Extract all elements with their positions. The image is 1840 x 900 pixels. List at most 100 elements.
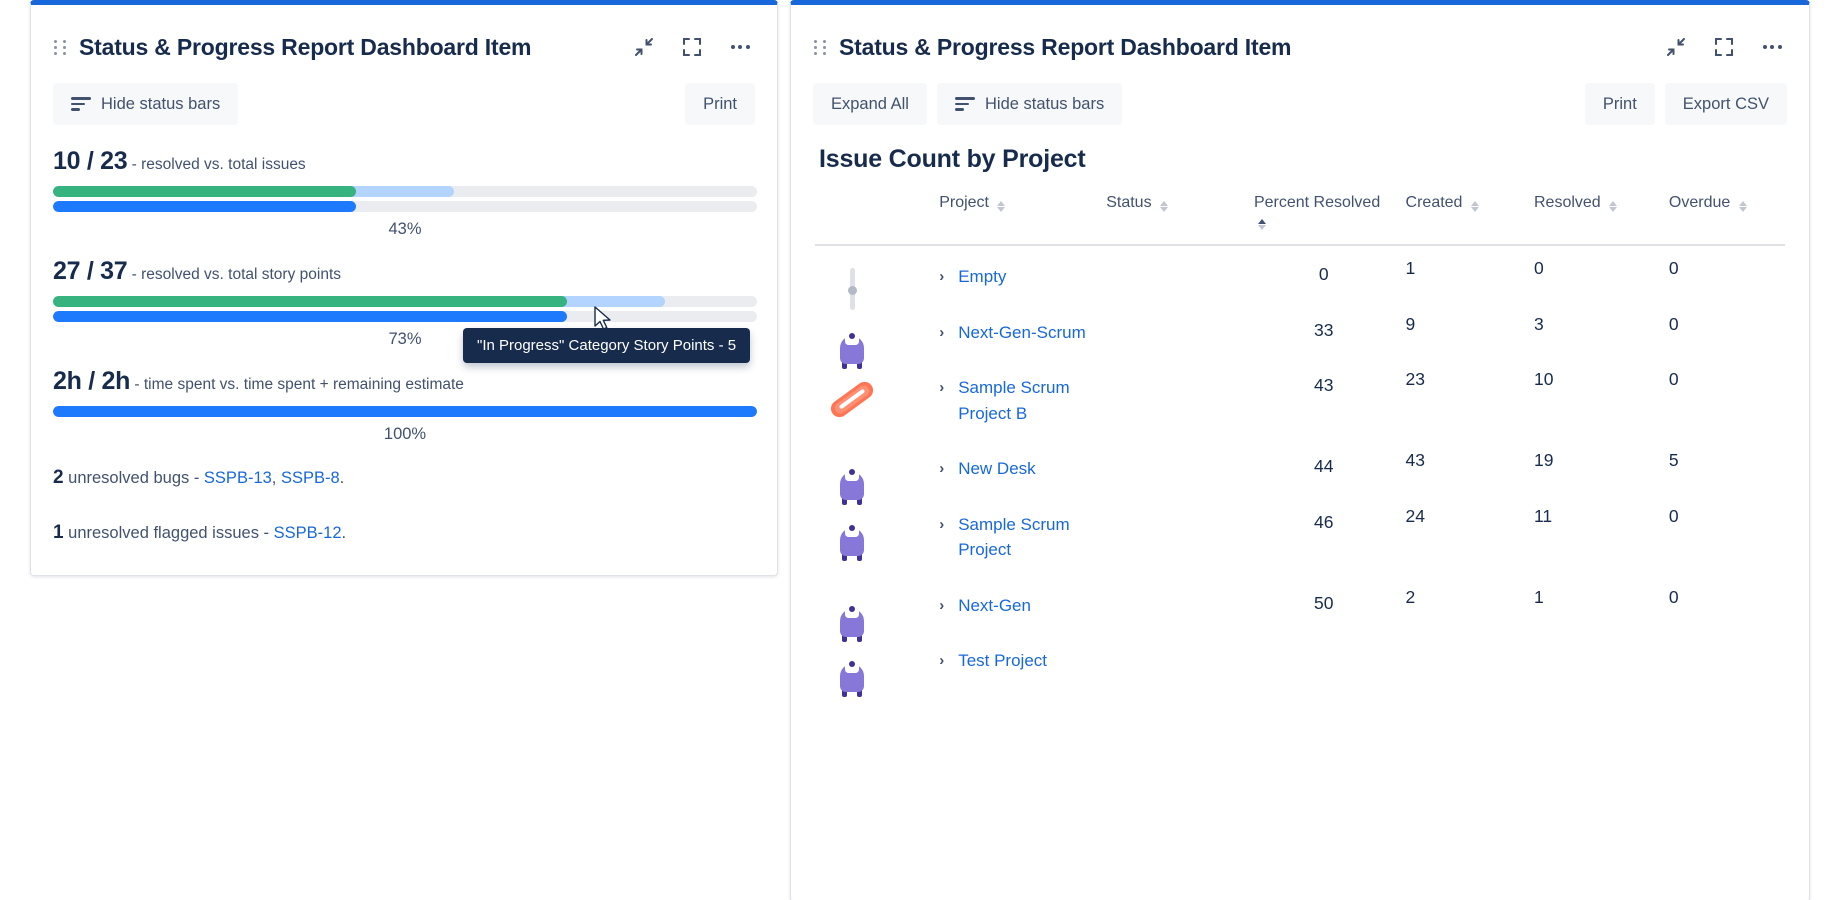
row-project-cell: › Sample Scrum Project B [933, 357, 1100, 438]
expand-row-chevron-icon[interactable]: › [939, 325, 949, 340]
table-row[interactable]: ›Sample Scrum Project B4323100 [815, 357, 1785, 438]
progress-bar-fill[interactable] [53, 406, 757, 417]
collapse-icon[interactable] [1661, 32, 1691, 62]
sort-icon-overdue[interactable] [1739, 201, 1747, 212]
metric-description: - resolved vs. total issues [132, 156, 306, 173]
expand-fullscreen-icon[interactable] [677, 32, 707, 62]
table-row[interactable]: ›Next-Gen-Scrum33930 [815, 302, 1785, 358]
table-row[interactable]: ›Sample Scrum Project4624110 [815, 494, 1785, 575]
toolbar-left: Hide status bars Print [31, 67, 777, 125]
table-row[interactable]: ›New Desk4443195 [815, 438, 1785, 494]
status-progress-card-right: Status & Progress Report Dashboard Item [790, 0, 1810, 900]
hide-status-bars-icon [955, 97, 975, 111]
unresolved-bugs-count: 2 [53, 467, 64, 488]
project-link[interactable]: Next-Gen-Scrum [958, 320, 1086, 346]
progress-bar-fill[interactable] [53, 311, 567, 322]
row-status-cell [1100, 302, 1248, 358]
hide-status-bars-label: Hide status bars [101, 95, 220, 114]
row-percent-cell: 46 [1248, 494, 1400, 575]
row-created-cell: 43 [1400, 438, 1528, 494]
sort-icon-status[interactable] [1160, 201, 1168, 212]
project-link[interactable]: Empty [958, 264, 1006, 290]
more-options-icon[interactable] [725, 32, 755, 62]
sort-icon-created[interactable] [1471, 201, 1479, 212]
metric-resolved-issues: 10 / 23 - resolved vs. total issues 43% [53, 147, 755, 239]
row-resolved-cell [1528, 630, 1663, 686]
row-created-cell: 24 [1400, 494, 1528, 575]
card-header-actions-left [629, 32, 755, 62]
expand-fullscreen-icon[interactable] [1709, 32, 1739, 62]
table-row[interactable]: › Test Project [815, 630, 1785, 686]
expand-row-chevron-icon[interactable]: › [939, 269, 949, 284]
row-created-cell: 2 [1400, 575, 1528, 631]
column-header-project[interactable]: Project [933, 188, 1100, 245]
sort-icon-project[interactable] [997, 201, 1005, 212]
percent-resolved-value: 44 [1254, 456, 1394, 477]
status-bar-track[interactable] [53, 186, 757, 197]
status-progress-card-left: Status & Progress Report Dashboard Item [30, 0, 778, 576]
drag-handle-icon[interactable] [813, 38, 827, 56]
row-status-cell [1100, 438, 1248, 494]
unresolved-flagged-line: 1 unresolved flagged issues - SSPB-12. [53, 521, 755, 546]
drag-handle-icon[interactable] [53, 38, 67, 56]
issue-count-table: Project Status Percent Resolved Cre [815, 188, 1785, 686]
percent-resolved-value: 33 [1254, 320, 1394, 341]
issue-link-sspb-8[interactable]: SSPB-8 [281, 469, 340, 487]
percent-resolved-value: 43 [1254, 375, 1394, 396]
expand-all-button[interactable]: Expand All [813, 83, 927, 125]
print-button[interactable]: Print [1585, 83, 1655, 125]
row-avatar-cell [815, 438, 933, 494]
card-header-right: Status & Progress Report Dashboard Item [791, 5, 1809, 67]
sort-icon-percent-resolved[interactable] [1258, 219, 1266, 230]
expand-row-chevron-icon[interactable]: › [939, 517, 949, 532]
status-bar-track[interactable] [53, 296, 757, 307]
row-project-cell: › New Desk [933, 438, 1100, 494]
metric-title: 10 / 23 - resolved vs. total issues [53, 147, 755, 176]
progress-bar-fill[interactable] [53, 201, 356, 212]
hide-status-bars-button[interactable]: Hide status bars [53, 83, 238, 125]
column-header-percent-resolved[interactable]: Percent Resolved [1248, 188, 1400, 245]
row-avatar-cell [815, 357, 933, 438]
table-row[interactable]: ›Next-Gen50210 [815, 575, 1785, 631]
expand-row-chevron-icon[interactable]: › [939, 598, 949, 613]
column-header-resolved[interactable]: Resolved [1528, 188, 1663, 245]
progress-bar-track[interactable] [53, 311, 757, 322]
row-status-cell [1100, 357, 1248, 438]
status-bar-done-segment[interactable] [53, 296, 567, 307]
row-created-cell: 1 [1400, 245, 1528, 302]
collapse-icon[interactable] [629, 32, 659, 62]
expand-row-chevron-icon[interactable]: › [939, 653, 949, 668]
metric-percent-label: 100% [53, 425, 757, 444]
export-csv-button[interactable]: Export CSV [1665, 83, 1787, 125]
project-link[interactable]: New Desk [958, 456, 1035, 482]
expand-row-chevron-icon[interactable]: › [939, 380, 949, 395]
page-title: Status & Progress Report Dashboard Item [839, 34, 1291, 61]
more-options-icon[interactable] [1757, 32, 1787, 62]
column-header-status[interactable]: Status [1100, 188, 1248, 245]
row-project-cell: › Next-Gen [933, 575, 1100, 631]
expand-row-chevron-icon[interactable]: › [939, 461, 949, 476]
issue-link-sspb-13[interactable]: SSPB-13 [204, 469, 272, 487]
project-link[interactable]: Next-Gen [958, 593, 1031, 619]
progress-bar-track[interactable] [53, 201, 757, 212]
project-link[interactable]: Sample Scrum Project [958, 512, 1094, 563]
row-avatar-cell [815, 575, 933, 631]
percent-resolved-value: 0 [1254, 264, 1394, 285]
table-header-row: Project Status Percent Resolved Cre [815, 188, 1785, 245]
print-button[interactable]: Print [685, 83, 755, 125]
dashboard-stage: Status & Progress Report Dashboard Item [0, 0, 1840, 900]
issue-link-sspb-12[interactable]: SSPB-12 [274, 524, 342, 542]
row-avatar-cell [815, 245, 933, 302]
status-bar-done-segment[interactable] [53, 186, 356, 197]
column-header-overdue[interactable]: Overdue [1663, 188, 1785, 245]
project-link[interactable]: Test Project [958, 648, 1047, 674]
project-link[interactable]: Sample Scrum Project B [958, 375, 1094, 426]
toolbar-right: Expand All Hide status bars Print Export… [791, 67, 1809, 125]
progress-bar-track[interactable] [53, 406, 757, 417]
sort-icon-resolved[interactable] [1609, 201, 1617, 212]
metric-time-spent: 2h / 2h - time spent vs. time spent + re… [53, 367, 755, 444]
column-header-created[interactable]: Created [1400, 188, 1528, 245]
hide-status-bars-button[interactable]: Hide status bars [937, 83, 1122, 125]
unresolved-flagged-text: unresolved flagged issues - [64, 524, 274, 542]
table-row[interactable]: ›Empty0100 [815, 245, 1785, 302]
